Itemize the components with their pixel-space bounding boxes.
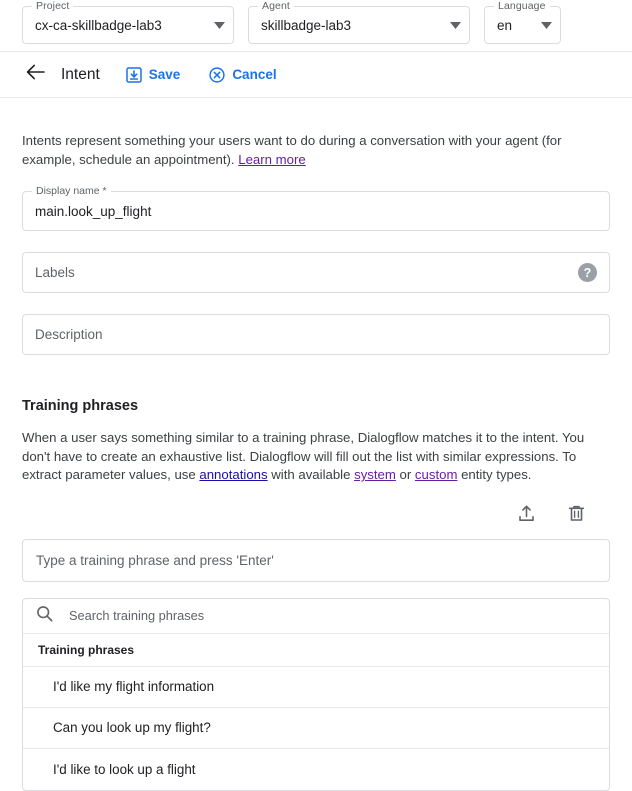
project-selector-label: Project	[32, 0, 74, 12]
labels-placeholder: Labels	[35, 265, 75, 281]
upload-icon	[517, 504, 536, 528]
save-button-label: Save	[148, 67, 181, 82]
training-phrases-column-header: Training phrases	[38, 642, 135, 657]
intent-intro-text: Intents represent something your users w…	[22, 111, 610, 169]
search-input-placeholder: Search training phrases	[69, 608, 205, 624]
back-button[interactable]	[22, 62, 48, 88]
training-desc-part3: or	[395, 467, 415, 483]
help-circle-icon[interactable]: ?	[578, 263, 597, 283]
page-header: Intent Save Cancel	[0, 51, 632, 98]
page-title: Intent	[61, 65, 100, 83]
save-icon	[126, 66, 142, 83]
chevron-down-icon	[531, 21, 552, 29]
arrow-back-icon	[26, 64, 45, 85]
table-row[interactable]: I'd like my flight information	[23, 667, 609, 708]
intent-form: Intents represent something your users w…	[0, 111, 632, 791]
annotations-link[interactable]: annotations	[199, 467, 267, 482]
labels-field[interactable]: Labels ?	[22, 252, 610, 294]
delete-trash-icon	[567, 504, 586, 528]
chevron-down-icon	[200, 21, 225, 29]
delete-button[interactable]	[562, 502, 590, 530]
search-icon	[36, 605, 53, 627]
training-phrases-heading: Training phrases	[22, 398, 139, 415]
training-phrase-text: I'd like my flight information	[53, 679, 215, 695]
save-button[interactable]: Save	[126, 66, 181, 83]
custom-entity-link[interactable]: custom	[415, 467, 458, 482]
training-phrase-input-placeholder: Type a training phrase and press 'Enter'	[36, 552, 274, 568]
cancel-button[interactable]: Cancel	[209, 66, 277, 83]
description-field[interactable]: Description	[22, 314, 610, 356]
context-selector-bar: Project cx-ca-skillbadge-lab3 Agent skil…	[0, 0, 632, 51]
display-name-label: Display name *	[32, 185, 111, 198]
language-selector[interactable]: Language en	[484, 0, 561, 44]
agent-selector[interactable]: Agent skillbadge-lab3	[248, 0, 470, 44]
description-placeholder: Description	[35, 327, 103, 343]
table-row[interactable]: I'd like to look up a flight	[23, 749, 609, 790]
training-phrases-column-header-row: Training phrases	[23, 634, 609, 667]
agent-selector-value: skillbadge-lab3	[261, 17, 352, 33]
training-desc-part2: with available	[267, 467, 355, 483]
training-phrases-description: When a user says something similar to a …	[22, 429, 602, 485]
upload-button[interactable]	[512, 502, 540, 530]
training-phrase-input[interactable]: Type a training phrase and press 'Enter'	[22, 538, 610, 582]
table-row[interactable]: Can you look up my flight?	[23, 708, 609, 749]
language-selector-value: en	[497, 17, 513, 33]
agent-selector-label: Agent	[258, 0, 294, 12]
svg-text:?: ?	[584, 266, 592, 280]
system-entity-link[interactable]: system	[354, 467, 396, 482]
cancel-button-label: Cancel	[232, 67, 277, 82]
training-desc-part4: entity types.	[457, 467, 532, 483]
training-phrases-toolbar	[22, 502, 610, 530]
display-name-value: main.look_up_flight	[35, 203, 152, 219]
language-selector-label: Language	[494, 0, 550, 12]
learn-more-link[interactable]: Learn more	[238, 152, 305, 167]
training-phrases-table: Search training phrases Training phrases…	[22, 597, 610, 791]
training-phrase-text: Can you look up my flight?	[53, 720, 211, 736]
project-selector[interactable]: Project cx-ca-skillbadge-lab3	[22, 0, 234, 44]
project-selector-value: cx-ca-skillbadge-lab3	[35, 17, 162, 33]
training-phrase-text: I'd like to look up a flight	[53, 761, 196, 777]
training-phrases-search-row[interactable]: Search training phrases	[23, 599, 609, 634]
display-name-field[interactable]: Display name * main.look_up_flight	[22, 185, 610, 232]
cancel-circle-icon	[209, 66, 225, 83]
chevron-down-icon	[436, 21, 461, 29]
